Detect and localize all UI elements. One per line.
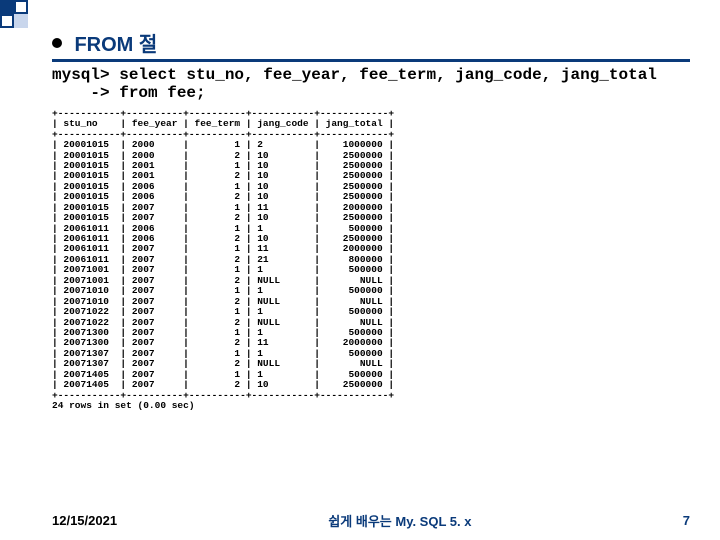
footer-date: 12/15/2021	[52, 513, 117, 528]
page-number: 7	[683, 513, 690, 528]
deco-square	[14, 14, 28, 28]
query-result-table: +-----------+----------+----------+-----…	[52, 109, 690, 412]
corner-decoration	[0, 0, 30, 50]
deco-square	[0, 0, 14, 14]
sql-query: mysql> select stu_no, fee_year, fee_term…	[52, 66, 690, 103]
sql-line: -> from fee;	[52, 84, 206, 102]
section-title: FROM 절	[74, 34, 157, 56]
deco-square	[14, 0, 28, 14]
deco-square	[0, 14, 14, 28]
bullet-icon	[52, 38, 62, 48]
sql-line: mysql> select stu_no, fee_year, fee_term…	[52, 66, 657, 84]
footer-title: 쉽게 배우는 My. SQL 5. x	[328, 511, 471, 530]
slide-footer: 12/15/2021 쉽게 배우는 My. SQL 5. x 7	[52, 511, 690, 530]
section-heading: FROM 절	[52, 28, 690, 62]
slide-content: FROM 절 mysql> select stu_no, fee_year, f…	[52, 28, 690, 411]
